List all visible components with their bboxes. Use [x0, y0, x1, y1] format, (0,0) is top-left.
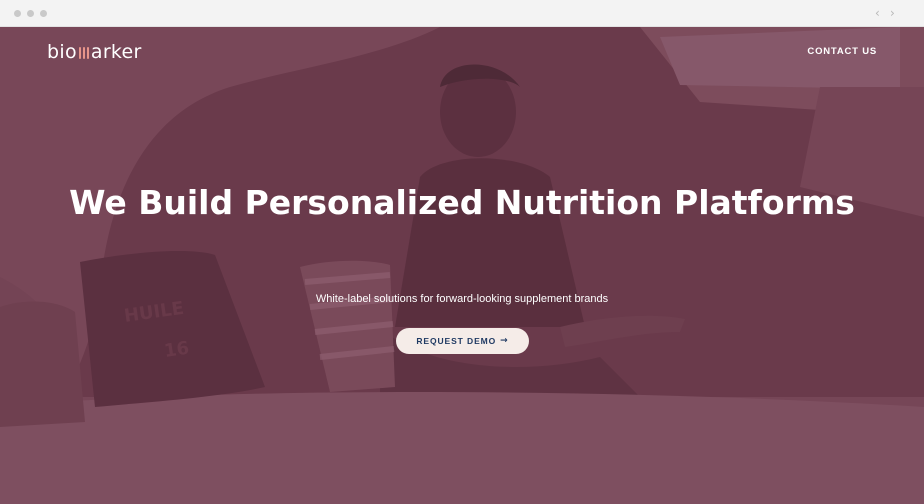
logo-bars-icon	[78, 45, 89, 59]
logo-text-prefix: bio	[47, 41, 77, 63]
request-demo-label: REQUEST DEMO	[416, 336, 497, 346]
chevron-left-icon[interactable]: ‹	[875, 5, 880, 21]
window-dot-icon	[14, 10, 21, 17]
contact-us-link[interactable]: CONTACT US	[807, 46, 877, 57]
window-dot-icon	[40, 10, 47, 17]
hero-title: We Build Personalized Nutrition Platform…	[69, 183, 855, 222]
request-demo-button[interactable]: REQUEST DEMO →	[396, 328, 529, 354]
chevron-right-icon[interactable]: ›	[890, 5, 895, 21]
logo-text-suffix: arker	[90, 41, 142, 63]
hero-section: HUILE 16 bio arker CONTACT US We Build P…	[0, 27, 924, 504]
browser-window: ‹ › HUILE 16 bio arker CONTACT US We Bui…	[0, 0, 924, 504]
window-dot-icon	[27, 10, 34, 17]
hero-background-image: HUILE 16	[0, 27, 924, 504]
hero-subtitle: White-label solutions for forward-lookin…	[315, 293, 609, 305]
brand-logo[interactable]: bio arker	[47, 41, 142, 63]
arrow-right-icon: →	[500, 336, 509, 346]
svg-text:16: 16	[163, 338, 191, 362]
browser-chrome: ‹ ›	[0, 0, 924, 27]
